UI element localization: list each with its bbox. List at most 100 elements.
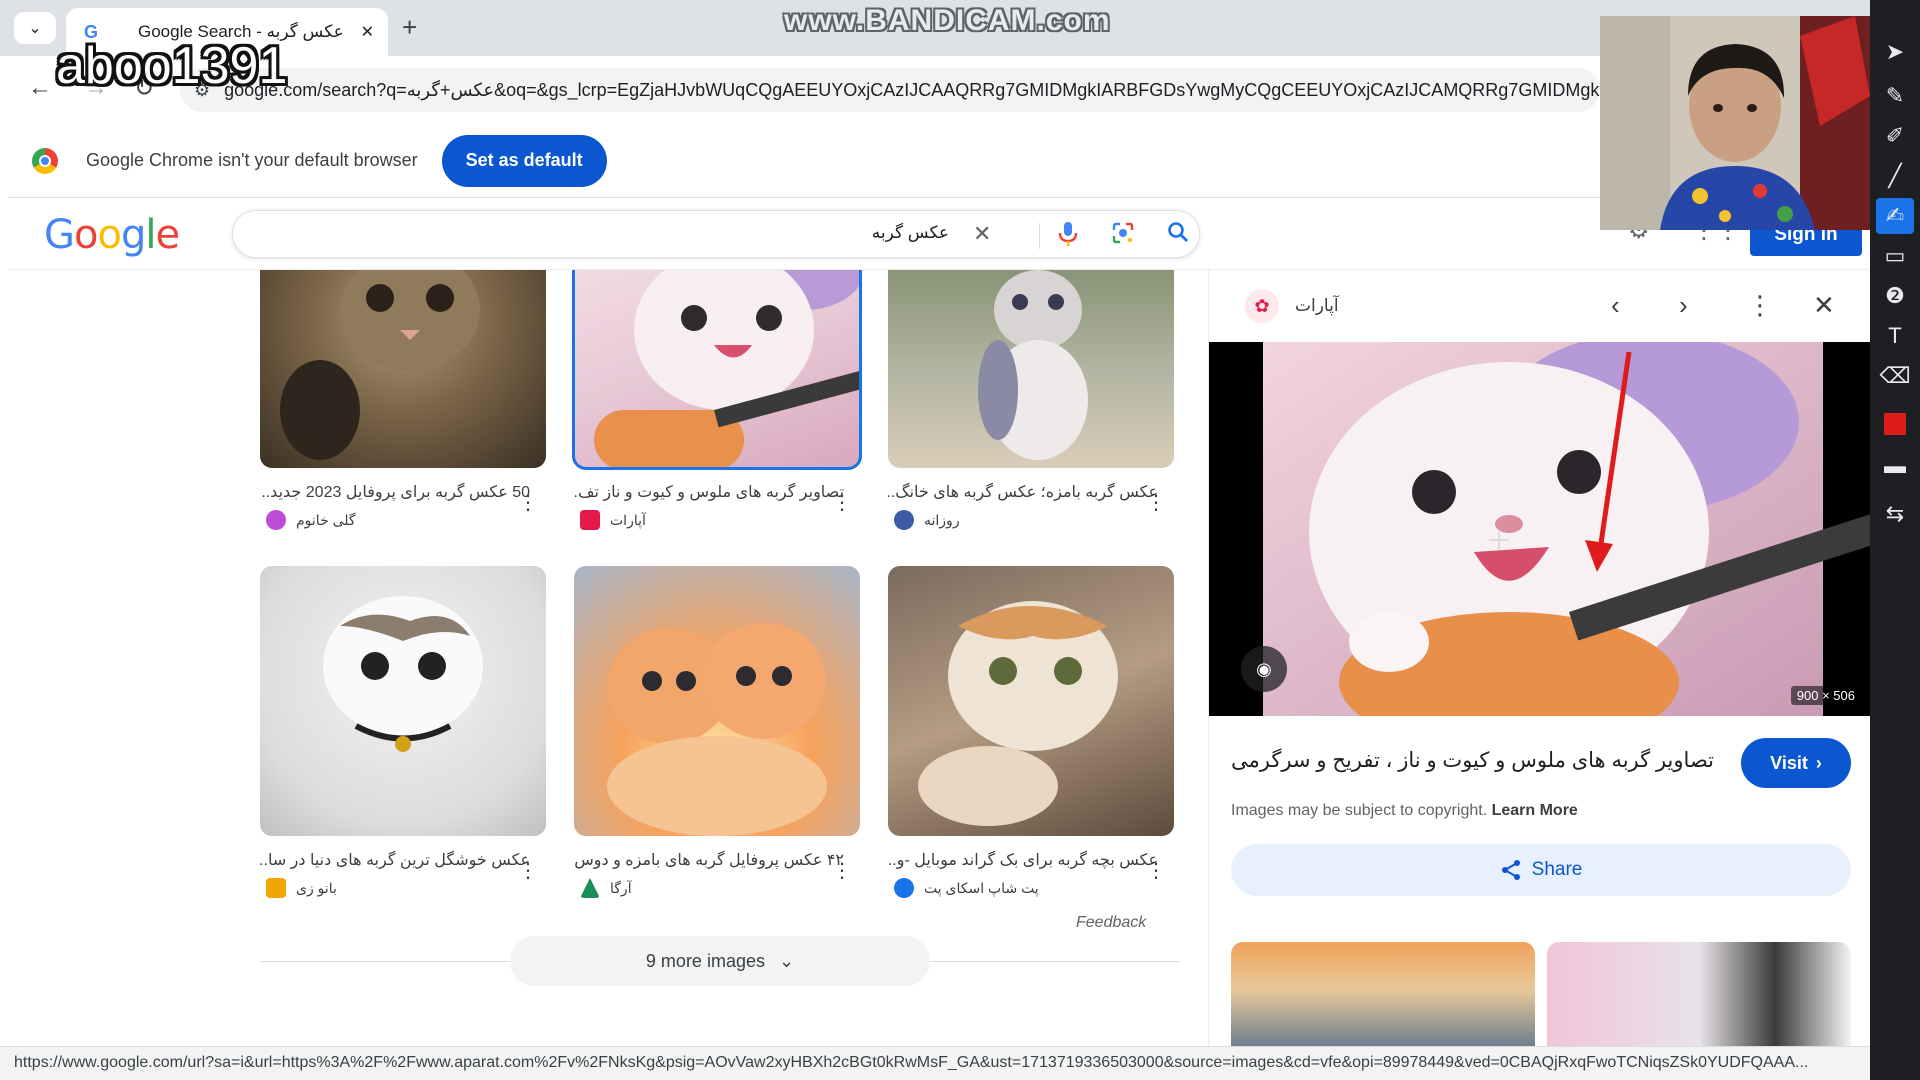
result-image-selected[interactable] — [572, 270, 862, 470]
more-options-icon[interactable]: ⋮ — [1146, 858, 1166, 883]
marker-icon[interactable]: ✐ — [1876, 118, 1914, 154]
source-name: پت شاپ اسکای پت — [924, 879, 1039, 896]
learn-more-link[interactable]: Learn More — [1492, 802, 1578, 819]
result-source[interactable]: گلی خانوم — [260, 510, 548, 530]
chevron-down-icon: ⌄ — [28, 20, 42, 37]
search-input[interactable]: عکس گربه — [872, 223, 949, 243]
new-tab-button[interactable]: + — [402, 12, 417, 42]
lens-search-icon[interactable]: ◉ — [1241, 646, 1287, 692]
copyright-notice: Images may be subject to copyright. Lear… — [1231, 802, 1578, 820]
result-caption[interactable]: عکس گربه بامزه؛ عکس گربه های خانگ... — [888, 482, 1158, 502]
search-divider — [1039, 223, 1040, 249]
image-results: 50 عکس گربه برای پروفایل 2023 جدید... گل… — [8, 270, 1208, 1050]
result-card[interactable]: 50 عکس گربه برای پروفایل 2023 جدید... گل… — [260, 270, 548, 530]
eraser-icon[interactable]: ⌫ — [1876, 358, 1914, 394]
logo-letter: g — [120, 212, 146, 258]
result-card[interactable]: عکس خوشگل ترین گربه های دنیا در سا... با… — [260, 566, 548, 898]
next-icon[interactable]: › — [1679, 290, 1688, 321]
result-card[interactable]: عکس گربه بامزه؛ عکس گربه های خانگ... روز… — [888, 270, 1176, 530]
tab-close-icon[interactable]: ✕ — [361, 22, 374, 42]
more-options-icon[interactable]: ⋮ — [1146, 490, 1166, 515]
chrome-logo-icon — [32, 147, 58, 174]
source-favicon-icon — [266, 878, 286, 898]
source-name: آپارات — [610, 511, 646, 528]
result-card[interactable]: تصاویر گربه های ملوس و کیوت و ناز تف... … — [572, 270, 862, 530]
panel-image-title[interactable]: تصاویر گربه های ملوس و کیوت و ناز ، تفری… — [1231, 748, 1731, 773]
result-source[interactable]: پت شاپ اسکای پت — [888, 878, 1176, 898]
more-options-icon[interactable]: ⋮ — [1747, 290, 1773, 321]
swap-icon[interactable]: ⇆ — [1876, 496, 1914, 532]
line-icon[interactable]: ╱ — [1876, 158, 1914, 194]
search-box[interactable]: عکس گربه ✕ — [232, 210, 1200, 258]
line-width-icon[interactable]: ▬ — [1876, 448, 1914, 484]
more-options-icon[interactable]: ⋮ — [832, 858, 852, 883]
source-name: گلی خانوم — [296, 511, 356, 528]
source-favicon-icon — [266, 510, 286, 530]
source-name: آرگا — [610, 879, 632, 896]
result-image[interactable] — [574, 566, 860, 836]
logo-letter: e — [155, 212, 180, 258]
address-bar[interactable]: ⚙ google.com/search?q=عکس+گربه&oq=&gs_lc… — [180, 68, 1600, 112]
logo-letter: o — [74, 212, 99, 258]
clear-icon[interactable]: ✕ — [973, 221, 991, 247]
microphone-icon[interactable] — [1057, 221, 1079, 253]
logo-letter: G — [44, 212, 75, 258]
close-icon[interactable]: ✕ — [1813, 290, 1835, 321]
more-options-icon[interactable]: ⋮ — [518, 858, 538, 883]
more-images-button[interactable]: 9 more images ⌄ — [510, 936, 930, 986]
result-caption[interactable]: تصاویر گربه های ملوس و کیوت و ناز تف... — [574, 482, 844, 502]
result-source[interactable]: آرگا — [574, 878, 862, 898]
panel-header: ✿ آپارات ‹ › ⋮ ✕ — [1209, 270, 1870, 342]
related-image[interactable] — [1231, 942, 1535, 1050]
result-image[interactable] — [260, 270, 546, 468]
back-arrow-icon[interactable]: ← — [28, 74, 52, 102]
panel-source-name[interactable]: آپارات — [1295, 296, 1339, 316]
share-button[interactable]: Share — [1231, 844, 1851, 896]
image-preview-panel: ✿ آپارات ‹ › ⋮ ✕ ◉ 900 × 506 تصاویر گربه… — [1208, 270, 1870, 1050]
address-url[interactable]: google.com/search?q=عکس+گربه&oq=&gs_lcrp… — [224, 80, 1600, 101]
result-image[interactable] — [888, 270, 1174, 468]
search-icon[interactable] — [1167, 221, 1189, 249]
result-caption[interactable]: عکس بچه گربه برای بک گراند موبایل -و... — [888, 850, 1158, 870]
pencil-icon[interactable]: ✎ — [1876, 78, 1914, 114]
aparat-favicon-icon — [580, 510, 600, 530]
aparat-logo-icon[interactable]: ✿ — [1245, 289, 1279, 323]
set-as-default-button[interactable]: Set as default — [441, 134, 607, 187]
chevron-right-icon: › — [1815, 752, 1822, 773]
google-header: Google عکس گربه ✕ ⚙ ⋮⋮ Sign in — [8, 198, 1868, 270]
result-source[interactable]: بانو زی — [260, 878, 548, 898]
result-caption[interactable]: ۴۲ عکس پروفایل گربه های بامزه و دوس... — [574, 850, 844, 870]
result-caption[interactable]: عکس خوشگل ترین گربه های دنیا در سا... — [260, 850, 530, 870]
rectangle-icon[interactable]: ▭ — [1876, 238, 1914, 274]
cursor-icon[interactable]: ➤ — [1876, 34, 1914, 70]
tab-search-button[interactable]: ⌄ — [14, 12, 56, 44]
previous-icon[interactable]: ‹ — [1611, 290, 1620, 321]
result-source[interactable]: آپارات — [574, 510, 862, 530]
feedback-link[interactable]: Feedback — [1076, 914, 1146, 932]
result-card[interactable]: عکس بچه گربه برای بک گراند موبایل -و... … — [888, 566, 1176, 898]
copyright-text: Images may be subject to copyright. — [1231, 802, 1488, 819]
text-icon[interactable]: T — [1876, 318, 1914, 354]
source-name: روزانه — [924, 511, 960, 528]
annotation-toolbar: ➤ ✎ ✐ ╱ ✍ ▭ ❷ T ⌫ ▬ ⇆ — [1870, 0, 1920, 1080]
result-caption[interactable]: 50 عکس گربه برای پروفایل 2023 جدید... — [260, 482, 530, 502]
infobar-message: Google Chrome isn't your default browser — [86, 150, 418, 170]
related-image[interactable] — [1547, 942, 1851, 1050]
result-card[interactable]: ۴۲ عکس پروفایل گربه های بامزه و دوس... آ… — [574, 566, 862, 898]
status-url-bar: https://www.google.com/url?sa=i&url=http… — [0, 1046, 1870, 1080]
google-logo[interactable]: Google — [44, 212, 180, 258]
numbering-icon[interactable]: ❷ — [1876, 278, 1914, 314]
preview-image[interactable]: ◉ 900 × 506 — [1209, 342, 1870, 716]
result-image[interactable] — [888, 566, 1174, 836]
google-lens-icon[interactable] — [1111, 221, 1135, 251]
brush-icon[interactable]: ✍ — [1876, 198, 1914, 234]
more-images-label: 9 more images — [645, 950, 765, 971]
color-swatch-icon[interactable] — [1876, 406, 1914, 442]
more-options-icon[interactable]: ⋮ — [518, 490, 538, 515]
result-source[interactable]: روزانه — [888, 510, 1176, 530]
chevron-down-icon: ⌄ — [778, 950, 795, 971]
more-options-icon[interactable]: ⋮ — [832, 490, 852, 515]
result-image[interactable] — [260, 566, 546, 836]
image-dimensions: 900 × 506 — [1790, 686, 1861, 705]
visit-button[interactable]: Visit › — [1741, 738, 1851, 788]
